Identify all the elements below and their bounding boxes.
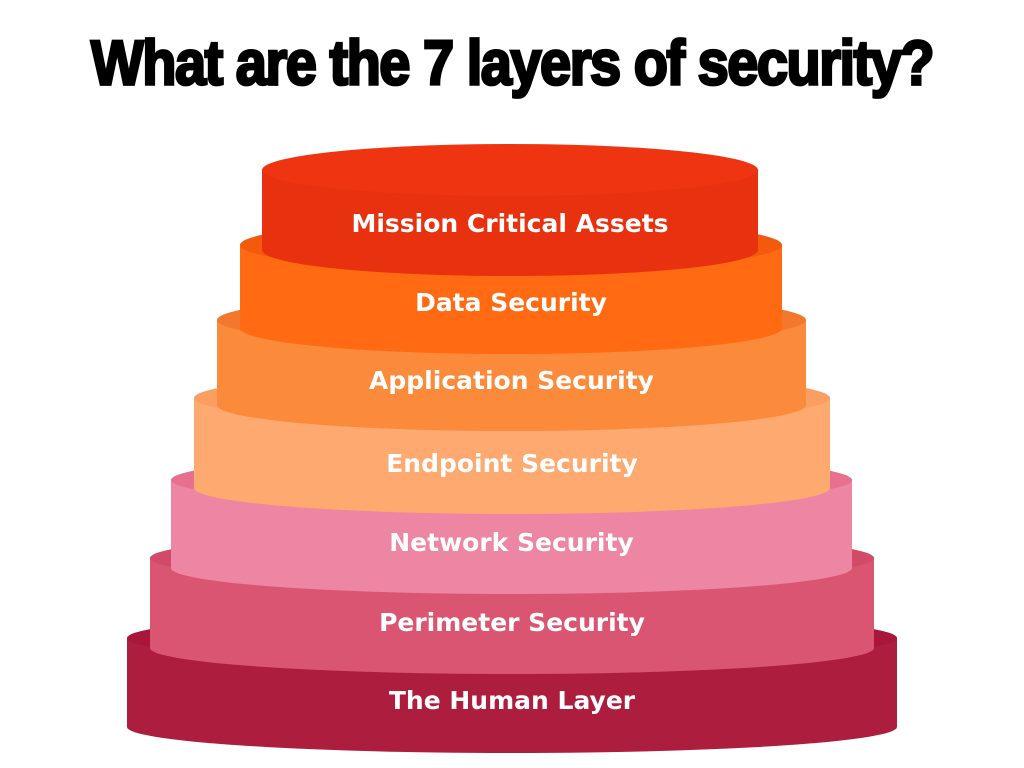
- layer-label: Application Security: [369, 366, 654, 395]
- layer-label: Data Security: [415, 288, 607, 317]
- infographic-page: What are the 7 layers of security? The H…: [0, 0, 1024, 768]
- layer-label: Mission Critical Assets: [351, 209, 668, 238]
- layer-label: Endpoint Security: [386, 449, 638, 478]
- layer-label: Network Security: [389, 528, 633, 557]
- layer-label: Perimeter Security: [379, 608, 645, 637]
- layer-tier: Mission Critical Assets: [262, 144, 758, 276]
- layer-top-face: [262, 144, 758, 196]
- layer-label: The Human Layer: [389, 686, 636, 715]
- security-layers-pyramid: The Human Layer Perimeter Security Network…: [127, 144, 897, 753]
